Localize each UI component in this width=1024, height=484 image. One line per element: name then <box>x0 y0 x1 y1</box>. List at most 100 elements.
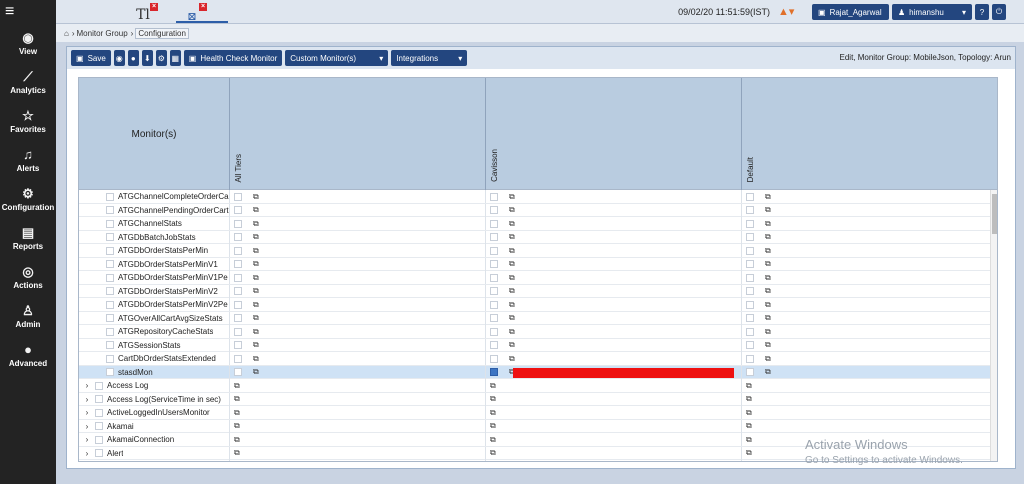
group-row[interactable]: › Access Log ⧉ ⧉ ⧉ <box>79 379 997 393</box>
external-link-icon[interactable]: ⧉ <box>253 219 259 229</box>
row-checkbox[interactable] <box>95 422 103 430</box>
chevron-right-icon[interactable]: › <box>83 422 91 431</box>
table-row[interactable]: ATGDbOrderStatsPerMinV1 ⧉ ⧉ ⧉ <box>79 257 997 271</box>
tier-checkbox[interactable] <box>490 341 498 349</box>
tier-checkbox[interactable] <box>746 246 754 255</box>
external-link-icon[interactable]: ⧉ <box>234 421 240 431</box>
external-link-icon[interactable]: ⧉ <box>253 259 259 269</box>
sidebar-item-alerts[interactable]: ♫ Alerts <box>0 141 56 180</box>
external-link-icon[interactable]: ⧉ <box>509 205 515 215</box>
tier-checkbox[interactable] <box>234 314 242 322</box>
table-row[interactable]: ATGOverAllCartAvgSizeStats ⧉ ⧉ ⧉ <box>79 311 997 325</box>
chevron-right-icon[interactable]: › <box>83 395 91 404</box>
tier-checkbox[interactable] <box>746 368 754 376</box>
tier-checkbox[interactable] <box>490 233 498 241</box>
tier-checkbox[interactable] <box>490 287 498 295</box>
row-checkbox[interactable] <box>106 314 114 322</box>
tab-tl[interactable]: Tl × <box>130 3 158 23</box>
row-checkbox[interactable] <box>106 219 114 228</box>
row-checkbox[interactable] <box>106 192 114 201</box>
external-link-icon[interactable]: ⧉ <box>234 435 240 445</box>
breadcrumb-monitor-group[interactable]: Monitor Group <box>77 29 128 38</box>
external-link-icon[interactable]: ⧉ <box>253 340 259 350</box>
external-link-icon[interactable]: ⧉ <box>253 232 259 242</box>
external-link-icon[interactable]: ⧉ <box>253 286 259 296</box>
health-check-monitor-button[interactable]: ▣ Health Check Monitor <box>183 50 283 66</box>
sidebar-item-configuration[interactable]: ⚙ Configuration <box>0 180 56 219</box>
external-link-icon[interactable]: ⧉ <box>746 435 752 445</box>
sidebar-item-actions[interactable]: ◎ Actions <box>0 258 56 297</box>
clipboard-button[interactable]: ▦ <box>169 50 181 66</box>
close-icon[interactable]: × <box>150 3 158 11</box>
external-link-icon[interactable]: ⧉ <box>490 394 496 404</box>
external-link-icon[interactable]: ⧉ <box>490 448 496 458</box>
row-checkbox[interactable] <box>106 368 114 376</box>
external-link-icon[interactable]: ⧉ <box>509 327 515 337</box>
external-link-icon[interactable]: ⧉ <box>765 300 771 310</box>
tier-checkbox[interactable] <box>490 300 498 309</box>
header-cavisson[interactable]: Cavisson <box>486 78 742 190</box>
tier-checkbox[interactable] <box>490 206 498 214</box>
tier-checkbox[interactable] <box>746 219 754 228</box>
tier-checkbox[interactable] <box>746 260 754 268</box>
external-link-icon[interactable]: ⧉ <box>234 381 240 391</box>
alert-bell-icon[interactable]: ▲▾ <box>778 5 798 18</box>
tier-checkbox[interactable] <box>234 354 242 363</box>
external-link-icon[interactable]: ⧉ <box>253 273 259 283</box>
row-checkbox[interactable] <box>106 273 114 282</box>
sidebar-item-advanced[interactable]: ● Advanced <box>0 336 56 375</box>
vertical-scrollbar[interactable] <box>990 190 997 461</box>
external-link-icon[interactable]: ⧉ <box>234 394 240 404</box>
external-link-icon[interactable]: ⧉ <box>490 435 496 445</box>
external-link-icon[interactable]: ⧉ <box>765 205 771 215</box>
row-checkbox[interactable] <box>95 408 103 417</box>
external-link-icon[interactable]: ⧉ <box>765 313 771 323</box>
table-row[interactable]: ATGRepositoryCacheStats ⧉ ⧉ ⧉ <box>79 325 997 339</box>
external-link-icon[interactable]: ⧉ <box>490 381 496 391</box>
external-link-icon[interactable]: ⧉ <box>746 394 752 404</box>
external-link-icon[interactable]: ⧉ <box>765 286 771 296</box>
selected-row[interactable]: stasdMon ⧉ ⧉ ⧉ <box>79 365 997 379</box>
row-checkbox[interactable] <box>106 354 114 363</box>
header-all-tiers[interactable]: All Tiers <box>230 78 486 190</box>
table-row[interactable]: ATGDbOrderStatsPerMinV2 ⧉ ⧉ ⧉ <box>79 284 997 298</box>
external-link-icon[interactable]: ⧉ <box>509 286 515 296</box>
help-button[interactable]: ? <box>975 4 989 20</box>
external-link-icon[interactable]: ⧉ <box>746 448 752 458</box>
external-link-icon[interactable]: ⧉ <box>234 462 240 463</box>
sidebar-item-favorites[interactable]: ☆ Favorites <box>0 102 56 141</box>
tier-checkbox[interactable] <box>234 287 242 295</box>
tier-checkbox[interactable] <box>746 233 754 241</box>
preview-button[interactable]: ● <box>127 50 139 66</box>
external-link-icon[interactable]: ⧉ <box>490 421 496 431</box>
integrations-dropdown[interactable]: Integrations ▾ <box>391 50 468 66</box>
tier-checkbox[interactable] <box>746 354 754 363</box>
external-link-icon[interactable]: ⧉ <box>746 408 752 418</box>
chevron-right-icon[interactable]: › <box>83 435 91 444</box>
custom-monitors-dropdown[interactable]: Custom Monitor(s) ▾ <box>285 50 389 66</box>
sidebar-item-analytics[interactable]: ⟋ Analytics <box>0 63 56 102</box>
external-link-icon[interactable]: ⧉ <box>765 354 771 364</box>
settings-button[interactable]: ⚙ <box>155 50 167 66</box>
external-link-icon[interactable]: ⧉ <box>509 273 515 283</box>
tab-topology[interactable]: ⊠ × <box>179 3 207 23</box>
external-link-icon[interactable]: ⧉ <box>253 313 259 323</box>
tier-checkbox[interactable] <box>234 206 242 214</box>
external-link-icon[interactable]: ⧉ <box>234 448 240 458</box>
external-link-icon[interactable]: ⧉ <box>253 367 259 377</box>
close-icon[interactable]: × <box>199 3 207 11</box>
external-link-icon[interactable]: ⧉ <box>509 259 515 269</box>
table-row[interactable]: ATGChannelCompleteOrderCa ⧉ ⧉ ⧉ <box>79 190 997 204</box>
row-checkbox[interactable] <box>106 260 114 268</box>
row-checkbox[interactable] <box>106 341 114 349</box>
tier-checkbox[interactable] <box>746 192 754 201</box>
external-link-icon[interactable]: ⧉ <box>509 232 515 242</box>
external-link-icon[interactable]: ⧉ <box>765 273 771 283</box>
row-checkbox[interactable] <box>106 287 114 295</box>
tier-checkbox[interactable] <box>234 341 242 349</box>
external-link-icon[interactable]: ⧉ <box>765 327 771 337</box>
external-link-icon[interactable]: ⧉ <box>746 381 752 391</box>
tier-checkbox[interactable] <box>746 287 754 295</box>
tier-checkbox[interactable] <box>234 300 242 309</box>
chevron-right-icon[interactable]: › <box>83 408 91 417</box>
